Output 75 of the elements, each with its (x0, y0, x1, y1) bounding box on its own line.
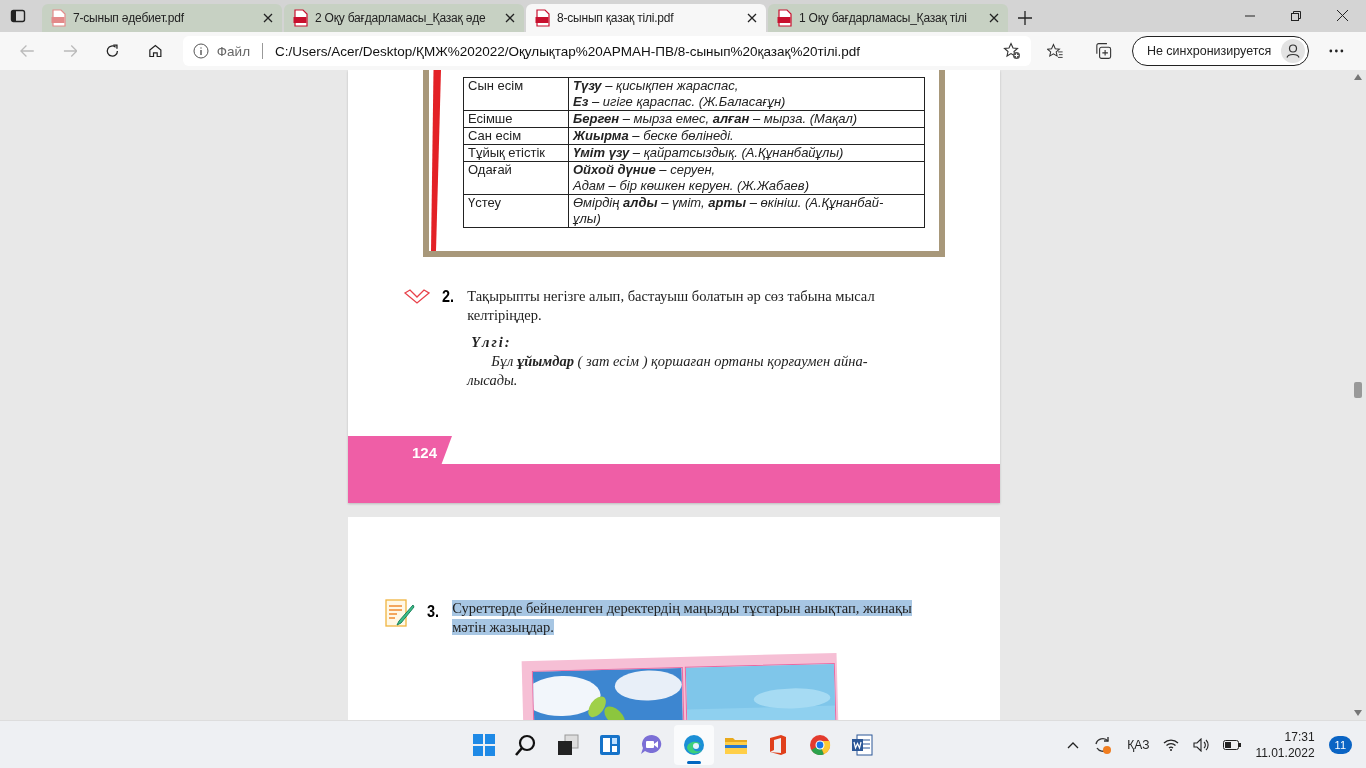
windows-logo-icon (473, 733, 495, 756)
widgets-icon (599, 733, 621, 756)
table-cell: Ойхой дүние – серуен, Адам – бір көшкен керуен. (Ж.Жабаев) (568, 161, 925, 195)
table-cell: Өмірдің алды – үміт, арты – өкініш. (А.Құнанбай- ұлы) (568, 194, 925, 228)
close-icon[interactable] (505, 13, 515, 23)
chrome-icon (809, 733, 831, 756)
close-icon[interactable] (747, 13, 757, 23)
pdf-file-icon (535, 9, 551, 27)
battery-icon[interactable] (1223, 739, 1242, 750)
table-cell: Берген – мырза емес, алған – мырза. (Мақал) (568, 110, 925, 128)
browser-icon (683, 733, 705, 756)
example-label: Үлгі: (471, 333, 512, 352)
language-indicator[interactable]: ҚАЗ (1127, 737, 1150, 752)
scroll-down-arrow-icon[interactable] (1354, 710, 1362, 716)
browser-tab[interactable]: 1 Оқу бағдарламасы_Қазақ тілі (768, 4, 1008, 32)
table-cell: Үміт үзу – қайратсыздық. (А.Құнанбайұлы) (568, 144, 925, 162)
tab-title: 7-сынып әдебиет.pdf (73, 11, 185, 25)
browser-tab[interactable]: 2 Оқу бағдарламасы_Қазақ әде (284, 4, 524, 32)
clock-date[interactable]: 11.01.2022 (1255, 745, 1315, 760)
restore-icon[interactable] (1291, 11, 1301, 21)
table-cell: Сын есім (463, 77, 569, 111)
tab-actions-icon[interactable] (10, 8, 26, 24)
task-view-icon (557, 733, 579, 756)
pdf-file-icon (51, 9, 67, 27)
checkmark-icon (404, 289, 430, 305)
scroll-up-arrow-icon[interactable] (1354, 74, 1362, 80)
profile-icon (1281, 39, 1306, 63)
table-cell: Сан есім (463, 127, 569, 145)
search-icon (515, 733, 537, 756)
table-cell: Одағай (463, 161, 569, 195)
tab-title: 1 Оқу бағдарламасы_Қазақ тілі (799, 11, 968, 25)
scheme-label: Файл (216, 43, 250, 59)
volume-icon[interactable] (1193, 737, 1210, 752)
close-icon[interactable] (263, 13, 273, 23)
document-icon (851, 733, 873, 756)
favorites-icon[interactable] (1046, 43, 1064, 59)
sync-button[interactable]: Не синхронизируется (1131, 36, 1310, 66)
pdf-file-icon (777, 9, 793, 27)
notepad-pen-icon (385, 599, 415, 627)
more-options-icon[interactable] (1329, 49, 1344, 53)
example-sentence: Бұл ұйымдар ( зат есім ) қоршаған ортаны қорғаумен айна- лысады. (467, 352, 869, 390)
info-icon[interactable] (192, 43, 209, 59)
address-field[interactable]: Файл C:/Users/Acer/Desktop/ҚМЖ%202022/Оқулықтар%20АРМАН-ПВ/8-сынып%20қазақ%20тілі.pdf (182, 36, 1031, 66)
browser-tab[interactable]: 8-сынып қазақ тілі.pdf (526, 4, 766, 32)
close-icon[interactable] (1337, 10, 1348, 21)
office-icon (768, 733, 788, 756)
scrollbar-thumb[interactable] (1354, 382, 1362, 398)
exercise-number: 2. (442, 287, 455, 307)
refresh-icon[interactable] (105, 43, 121, 59)
pdf-file-icon (293, 9, 309, 27)
home-icon[interactable] (148, 43, 163, 59)
tab-title: 8-сынып қазақ тілі.pdf (557, 11, 675, 25)
clock-time[interactable]: 17:31 (1284, 729, 1315, 744)
collections-icon[interactable] (1095, 42, 1112, 60)
page-number: 124 (348, 436, 452, 464)
add-favorite-icon[interactable] (1002, 42, 1021, 60)
exercise-number: 3. (427, 602, 440, 622)
exercise-text: Тақырыпты негізге алып, бастауыш болатын әр сөз табына мысал келтіріңдер. (467, 287, 876, 325)
active-indicator (687, 760, 701, 764)
table-cell: Үстеу (463, 194, 569, 228)
new-tab-icon[interactable] (1018, 11, 1032, 25)
wifi-icon[interactable] (1163, 738, 1180, 751)
table-cell: Түзу – қисықпен жараспас, Ез – игіге қараспас. (Ж.Баласағұн) (568, 77, 925, 111)
notification-badge[interactable]: 11 (1328, 735, 1352, 754)
sync-icon[interactable] (1093, 734, 1114, 755)
browser-tab[interactable]: 7-сынып әдебиет.pdf (42, 4, 282, 32)
chat-icon (640, 733, 664, 756)
chevron-up-icon[interactable] (1067, 740, 1080, 749)
table-cell: Есімше (463, 110, 569, 128)
table-cell: Жиырма – беске бөлінеді. (568, 127, 925, 145)
url-text: C:/Users/Acer/Desktop/ҚМЖ%202022/Оқулықтар%20АРМАН-ПВ/8-сынып%20қазақ%20тілі.pdf (275, 43, 862, 59)
close-icon[interactable] (989, 13, 999, 23)
tab-title: 2 Оқу бағдарламасы_Қазақ әде (315, 11, 487, 25)
exercise-text: Суреттерде бейнеленген деректердің маңызды тұстарын анықтап, жинақы мәтін жазыңдар. (452, 599, 913, 637)
table-cell: Тұйық етістік (463, 144, 569, 162)
